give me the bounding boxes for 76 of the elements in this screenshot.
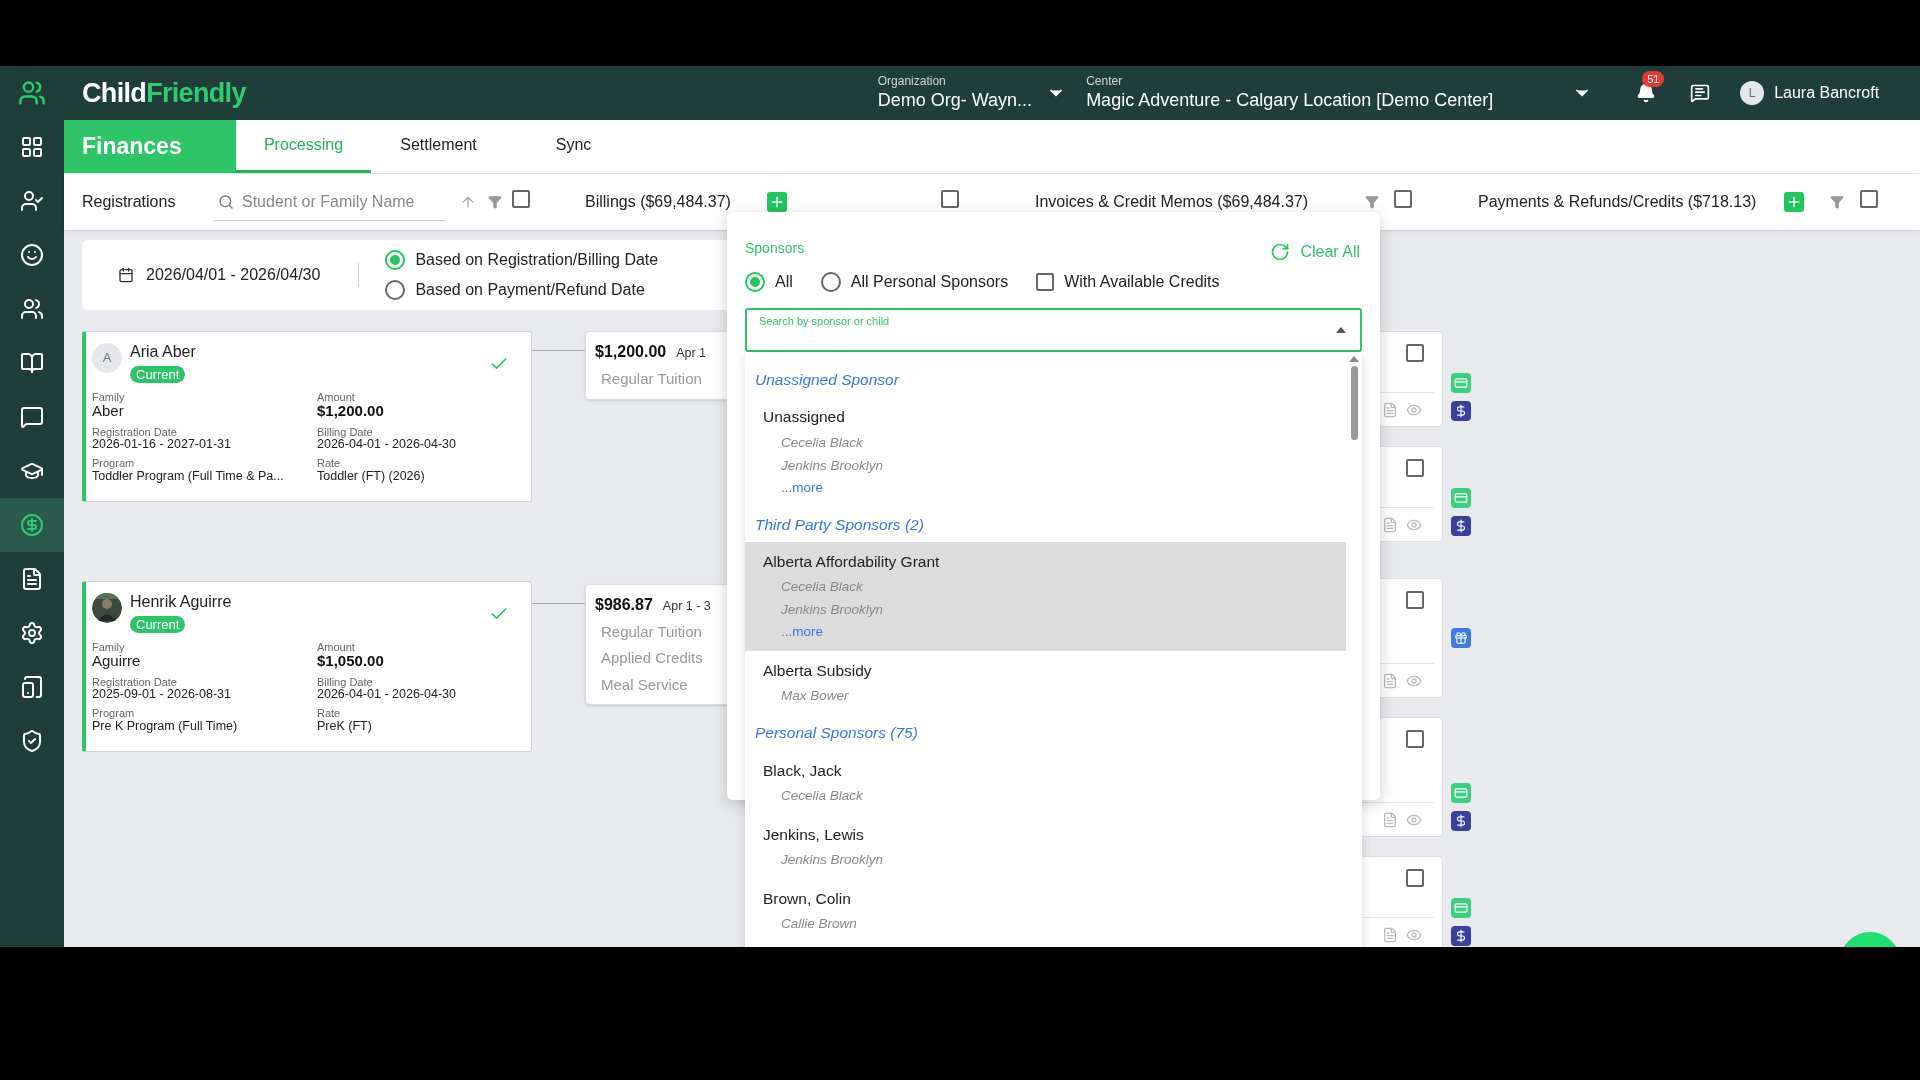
column-title: Billings ($69,484.37) bbox=[585, 192, 732, 212]
student-name: Cecelia Black bbox=[780, 786, 863, 805]
billing-line: Applied Credits bbox=[601, 648, 703, 668]
sponsor-name: Unassigned bbox=[763, 407, 846, 428]
field-value: $1,050.00 bbox=[317, 653, 385, 670]
billing-date: Apr 1 bbox=[676, 345, 707, 362]
field-value: $1,200.00 bbox=[317, 403, 385, 420]
field-value: 2026-04-01 - 2026-04-30 bbox=[317, 437, 457, 452]
sponsor-name: Alberta Affordability Grant bbox=[763, 551, 941, 572]
billing-amount: $1,200.00 bbox=[595, 342, 667, 362]
field-label: Amount bbox=[317, 641, 356, 654]
group-heading: Third Party Sponsors (2) bbox=[754, 514, 925, 535]
group-heading: Personal Sponsors (75) bbox=[754, 723, 919, 744]
column-title: Invoices & Credit Memos ($69,484.37) bbox=[1035, 192, 1309, 212]
field-value: Pre K Program (Full Time) bbox=[92, 719, 239, 734]
field-value: Toddler Program (Full Time & Pa... bbox=[92, 469, 285, 484]
sponsor-name: Brown, Colin bbox=[763, 889, 852, 909]
field-value: 2025-09-01 - 2026-08-31 bbox=[92, 687, 232, 702]
billing-line: Meal Service bbox=[601, 674, 688, 695]
student-name: Cecelia Black bbox=[780, 433, 863, 452]
status-badge: Current bbox=[130, 616, 186, 633]
column-title: Registrations bbox=[82, 192, 177, 212]
tab[interactable]: Sync bbox=[506, 120, 641, 173]
search-field[interactable]: Student or Family Name bbox=[242, 189, 432, 214]
field-label: Registration Date bbox=[92, 675, 178, 688]
avatar: A bbox=[92, 343, 122, 373]
student-name: Henrik Aguirre bbox=[130, 592, 232, 612]
radio-label[interactable]: Based on Registration/Billing Date bbox=[415, 248, 659, 272]
field-value: 2026-01-16 - 2027-01-31 bbox=[92, 437, 232, 452]
sponsor-name: Black, Jack bbox=[763, 760, 843, 781]
student-name: Aria Aber bbox=[130, 342, 196, 362]
field-value: PreK (FT) bbox=[317, 719, 373, 734]
field-label: Rate bbox=[317, 707, 342, 720]
field-label: Billing Date bbox=[317, 425, 373, 438]
field-label: Program bbox=[92, 457, 136, 470]
organization-value[interactable]: Demo Org- Wayn... bbox=[877, 89, 1033, 112]
popover-title: Sponsors bbox=[745, 239, 805, 258]
student-name: Jenkins Brooklyn bbox=[780, 851, 884, 869]
date-range[interactable]: 2026/04/01 - 2026/04/30 bbox=[146, 263, 321, 287]
center-value[interactable]: Magic Adventure - Calgary Location [Demo Center] bbox=[1086, 89, 1567, 112]
field-value: Toddler (FT) (2026) bbox=[317, 469, 426, 484]
field-label: Family bbox=[92, 391, 126, 404]
option-label[interactable]: All Personal Sponsors bbox=[850, 270, 1009, 294]
field-label: Billing Date bbox=[317, 675, 373, 688]
more-link[interactable]: ...more bbox=[781, 478, 823, 497]
field-label: Program bbox=[92, 707, 136, 720]
field-label: Rate bbox=[317, 457, 342, 470]
student-name: Callie Brown bbox=[780, 915, 857, 934]
field-label: Family bbox=[92, 641, 126, 654]
module-title: Finances bbox=[64, 120, 236, 173]
field-value: Aber bbox=[92, 403, 124, 420]
field-label: Registration Date bbox=[92, 425, 178, 438]
sponsor-name: Jenkins, Lewis bbox=[763, 824, 865, 845]
field-value: Aguirre bbox=[92, 653, 142, 670]
tab[interactable]: Settlement bbox=[371, 120, 506, 173]
sponsor-option[interactable]: Alberta Affordability Grant Cecelia Black Jenkins Brooklyn ...more bbox=[745, 541, 1346, 651]
column-title: Payments & Refunds/Credits ($718.13) bbox=[1478, 192, 1758, 212]
billing-line: Regular Tuition bbox=[601, 621, 702, 642]
organization-label: Organization bbox=[877, 74, 947, 90]
billing-line: Regular Tuition bbox=[601, 369, 702, 389]
student-name: Jenkins Brooklyn bbox=[780, 456, 884, 475]
field-value: 2026-04-01 - 2026-04-30 bbox=[317, 687, 457, 702]
registration-card[interactable]: A Aria Aber Current Family Aber Amount $1,200.00 Registration Date 2026-01-16 - 2027-01-31 Billing Date 2026-04-01 - 2026-04-30 Program Toddler Program (Full Time & Pa... Rate Toddler (FT) (2026) bbox=[82, 331, 532, 502]
option-label[interactable]: All bbox=[775, 270, 793, 294]
user-name[interactable]: Laura Bancroft bbox=[1774, 81, 1880, 105]
logo: ChildFriendly bbox=[82, 76, 246, 110]
billing-date: Apr 1 - 3 bbox=[662, 597, 711, 615]
status-badge: Current bbox=[130, 366, 186, 383]
user-avatar[interactable]: L bbox=[1740, 81, 1765, 105]
radio-label[interactable]: Based on Payment/Refund Date bbox=[415, 278, 645, 302]
registration-card[interactable]: Henrik Aguirre Current Family Aguirre Amount $1,050.00 Registration Date 2025-09-01 - 2026-08-31 Billing Date 2026-04-01 - 2026-04-30 Program Pre K Program (Full Time) Rate PreK (FT) bbox=[82, 581, 532, 752]
notification-badge: 51 bbox=[1642, 71, 1665, 87]
center-label: Center bbox=[1086, 74, 1124, 90]
option-label[interactable]: With Available Credits bbox=[1064, 270, 1220, 294]
billing-amount: $986.87 bbox=[595, 594, 653, 615]
field-label: Amount bbox=[317, 391, 356, 404]
